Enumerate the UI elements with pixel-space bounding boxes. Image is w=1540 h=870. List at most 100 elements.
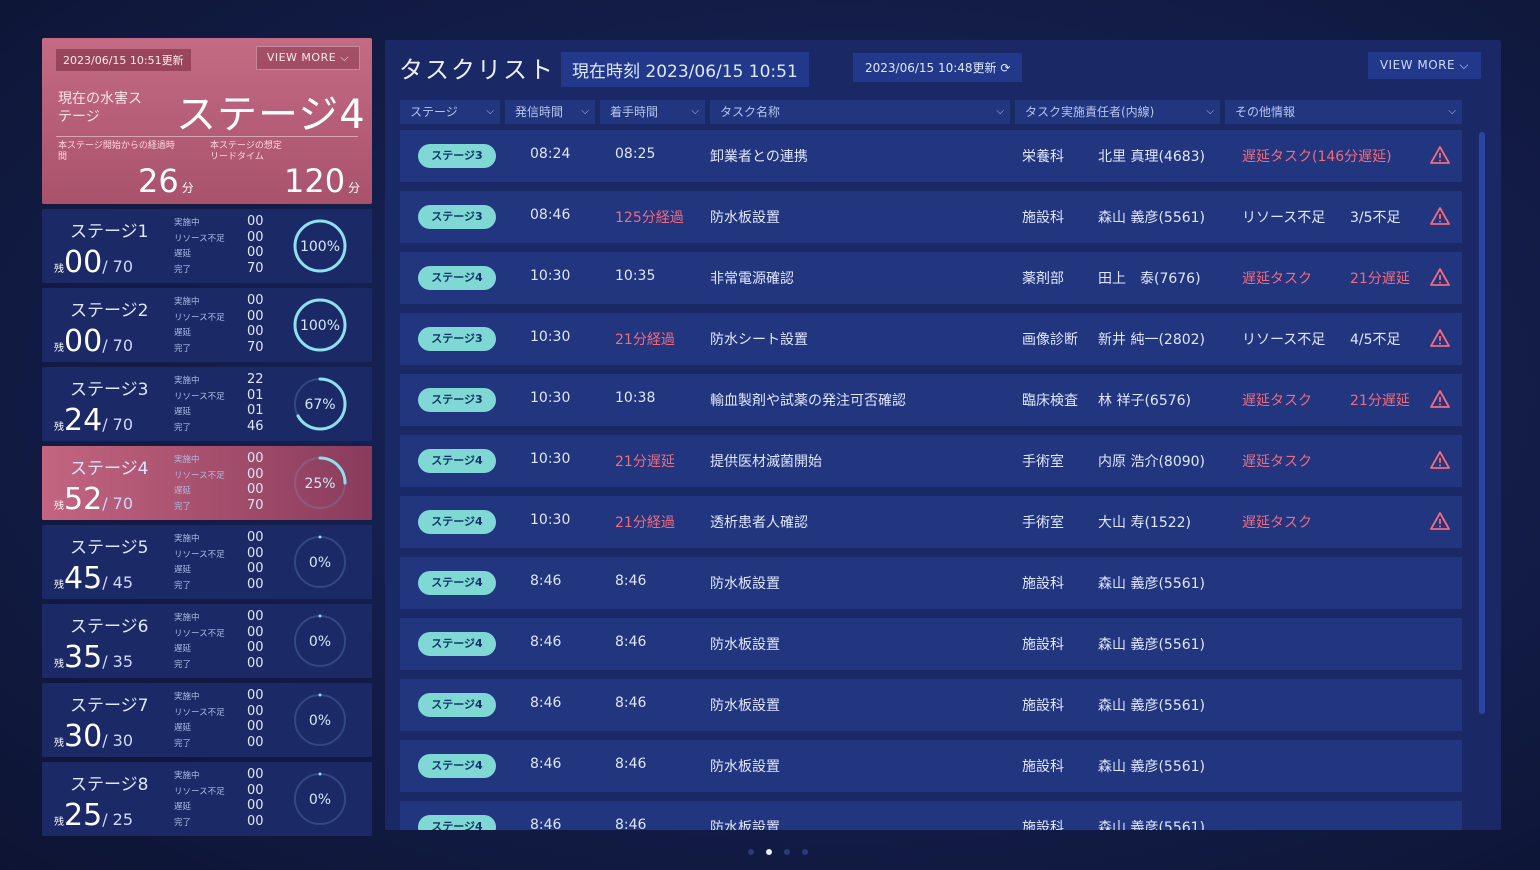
chevron-down-icon[interactable]: ⌵ [691, 100, 699, 124]
page-indicator [748, 849, 808, 857]
progress-ring: 0% [293, 693, 347, 747]
start-time: 21分遅延 [615, 454, 675, 470]
warning-icon[interactable] [1430, 511, 1450, 531]
stage-name: ステージ8 [70, 775, 149, 795]
chevron-down-icon[interactable]: ⌵ [996, 100, 1004, 124]
page-dot[interactable] [802, 849, 808, 855]
stage-card[interactable]: ステージ3 残24/ 70 実施中 リソース不足 遅延 完了 22 01 01 46 67% [42, 367, 372, 441]
stat-value: 00 [247, 609, 264, 624]
sent-time: 10:30 [530, 268, 571, 284]
hero-view-more-button[interactable]: VIEW MORE ⌵ [255, 46, 360, 70]
remaining-total: / 35 [102, 652, 134, 671]
stat-label: 完了 [174, 817, 192, 828]
chevron-down-icon[interactable]: ⌵ [581, 100, 589, 124]
stage-stat-values: 00 00 00 70 [247, 214, 264, 276]
stat-value: 70 [247, 260, 264, 276]
stage-card[interactable]: ステージ6 残35/ 35 実施中 リソース不足 遅延 完了 00 00 00 00 0% [42, 604, 372, 678]
task-row[interactable]: ステージ4 8:46 8:46 防水板設置 施設科 森山 義彦(5561) [400, 679, 1462, 731]
stat-value: 00 [247, 624, 264, 640]
stage-stat-values: 00 00 00 00 [247, 688, 264, 750]
current-time: 現在時刻 2023/06/15 10:51 [561, 52, 809, 87]
current-stage-label: 現在の水害ステージ [58, 91, 142, 125]
chevron-down-icon[interactable]: ⌵ [1206, 100, 1214, 124]
task-row[interactable]: ステージ4 10:30 21分経過 透析患者人確認 手術室 大山 寿(1522) 遅延タスク [400, 496, 1462, 548]
start-time: 21分経過 [615, 515, 675, 531]
task-row[interactable]: ステージ4 10:30 10:35 非常電源確認 薬剤部 田上 泰(7676) 遅延タスク 2… [400, 252, 1462, 304]
stage-card[interactable]: ステージ2 残00/ 70 実施中 リソース不足 遅延 完了 00 00 00 70 100% [42, 288, 372, 362]
owner-department: 栄養科 [1022, 149, 1064, 165]
remaining-total: / 70 [102, 415, 134, 434]
warning-icon[interactable] [1430, 206, 1450, 226]
column-header[interactable]: ステージ ⌵ [400, 100, 500, 124]
stage-stat-labels: 実施中 リソース不足 遅延 完了 [174, 690, 225, 752]
column-header[interactable]: その他情報 ⌵ [1225, 100, 1462, 124]
owner-name: 森山 義彦(5561) [1098, 637, 1206, 653]
task-name: 防水シート設置 [710, 332, 808, 348]
chevron-down-icon[interactable]: ⌵ [1448, 100, 1456, 124]
stage-badge: ステージ4 [418, 266, 496, 290]
remaining-count: 35 [64, 640, 103, 675]
stat-label: リソース不足 [174, 233, 225, 244]
elapsed-value: 26 分 [138, 162, 194, 200]
stage-remaining: 残00/ 70 [54, 324, 133, 359]
warning-icon[interactable] [1430, 389, 1450, 409]
task-row[interactable]: ステージ4 8:46 8:46 防水板設置 施設科 森山 義彦(5561) [400, 740, 1462, 792]
column-header[interactable]: 発信時間 ⌵ [505, 100, 595, 124]
stage-name: ステージ7 [70, 696, 149, 716]
other-info: 遅延タスク [1242, 515, 1312, 531]
column-header[interactable]: タスク実施責任者(内線) ⌵ [1015, 100, 1220, 124]
page-dot[interactable] [748, 849, 754, 855]
stage-card[interactable]: ステージ7 残30/ 30 実施中 リソース不足 遅延 完了 00 00 00 00 0% [42, 683, 372, 757]
page-dot[interactable] [784, 849, 790, 855]
task-row[interactable]: ステージ3 10:30 21分経過 防水シート設置 画像診断 新井 純一(2802) リソー… [400, 313, 1462, 365]
task-row[interactable]: ステージ3 10:30 10:38 輸血製剤や試薬の発注可否確認 臨床検査 林 祥子(65… [400, 374, 1462, 426]
stat-value: 70 [247, 339, 264, 355]
chevron-down-icon[interactable]: ⌵ [486, 100, 494, 124]
remaining-prefix: 残 [54, 817, 64, 828]
progress-percent: 25% [304, 476, 335, 492]
warning-icon[interactable] [1430, 145, 1450, 165]
task-row[interactable]: ステージ4 8:46 8:46 防水板設置 施設科 森山 義彦(5561) [400, 801, 1462, 830]
task-name: 卸業者との連携 [710, 149, 808, 165]
stat-label: リソース不足 [174, 707, 225, 718]
owner-name: 森山 義彦(5561) [1098, 210, 1206, 226]
stage-badge: ステージ4 [418, 754, 496, 778]
other-info: 遅延タスク [1242, 393, 1312, 409]
start-time: 8:46 [615, 634, 647, 650]
stat-label: 遅延 [174, 644, 192, 654]
stage-card[interactable]: ステージ8 残25/ 25 実施中 リソース不足 遅延 完了 00 00 00 00 0% [42, 762, 372, 836]
stage-card[interactable]: ステージ1 残00/ 70 実施中 リソース不足 遅延 完了 00 00 00 70 100% [42, 209, 372, 283]
stat-value: 00 [247, 245, 264, 260]
sent-time: 8:46 [530, 573, 562, 589]
tasklist-updated[interactable]: 2023/06/15 10:48更新 ⟳ [853, 53, 1023, 82]
stat-label: 完了 [174, 501, 192, 512]
refresh-icon[interactable]: ⟳ [1000, 61, 1010, 75]
stage-card[interactable]: ステージ5 残45/ 45 実施中 リソース不足 遅延 完了 00 00 00 00 0% [42, 525, 372, 599]
task-row[interactable]: ステージ4 8:46 8:46 防水板設置 施設科 森山 義彦(5561) [400, 557, 1462, 609]
page-dot[interactable] [766, 849, 772, 855]
column-header[interactable]: 着手時間 ⌵ [600, 100, 705, 124]
task-row[interactable]: ステージ3 08:24 08:25 卸業者との連携 栄養科 北里 真理(4683) 遅延タス… [400, 130, 1462, 182]
progress-percent: 0% [309, 792, 331, 808]
task-row[interactable]: ステージ4 8:46 8:46 防水板設置 施設科 森山 義彦(5561) [400, 618, 1462, 670]
task-row[interactable]: ステージ3 08:46 125分経過 防水板設置 施設科 森山 義彦(5561) リソース不… [400, 191, 1462, 243]
task-row[interactable]: ステージ4 10:30 21分遅延 提供医材滅菌開始 手術室 内原 浩介(8090) 遅延タ… [400, 435, 1462, 487]
stage-stat-values: 00 00 00 70 [247, 293, 264, 355]
stage-stat-values: 22 01 01 46 [247, 372, 264, 434]
tasklist-view-more-button[interactable]: VIEW MORE ⌵ [1367, 52, 1481, 79]
warning-icon[interactable] [1430, 450, 1450, 470]
stage-stat-values: 00 00 00 00 [247, 530, 264, 592]
warning-icon[interactable] [1430, 267, 1450, 287]
stage-badge: ステージ3 [418, 388, 496, 412]
stage-card[interactable]: ステージ4 残52/ 70 実施中 リソース不足 遅延 完了 00 00 00 70 25% [42, 446, 372, 520]
remaining-count: 00 [64, 324, 103, 359]
column-header[interactable]: タスク名称 ⌵ [710, 100, 1010, 124]
stat-label: 完了 [174, 659, 192, 670]
remaining-total: / 70 [102, 494, 134, 513]
table-scrollbar[interactable] [1479, 132, 1485, 714]
warning-icon[interactable] [1430, 328, 1450, 348]
owner-name: 林 祥子(6576) [1098, 393, 1192, 409]
stage-name: ステージ1 [70, 222, 149, 242]
owner-department: 施設科 [1022, 637, 1064, 653]
start-time: 125分経過 [615, 210, 684, 226]
